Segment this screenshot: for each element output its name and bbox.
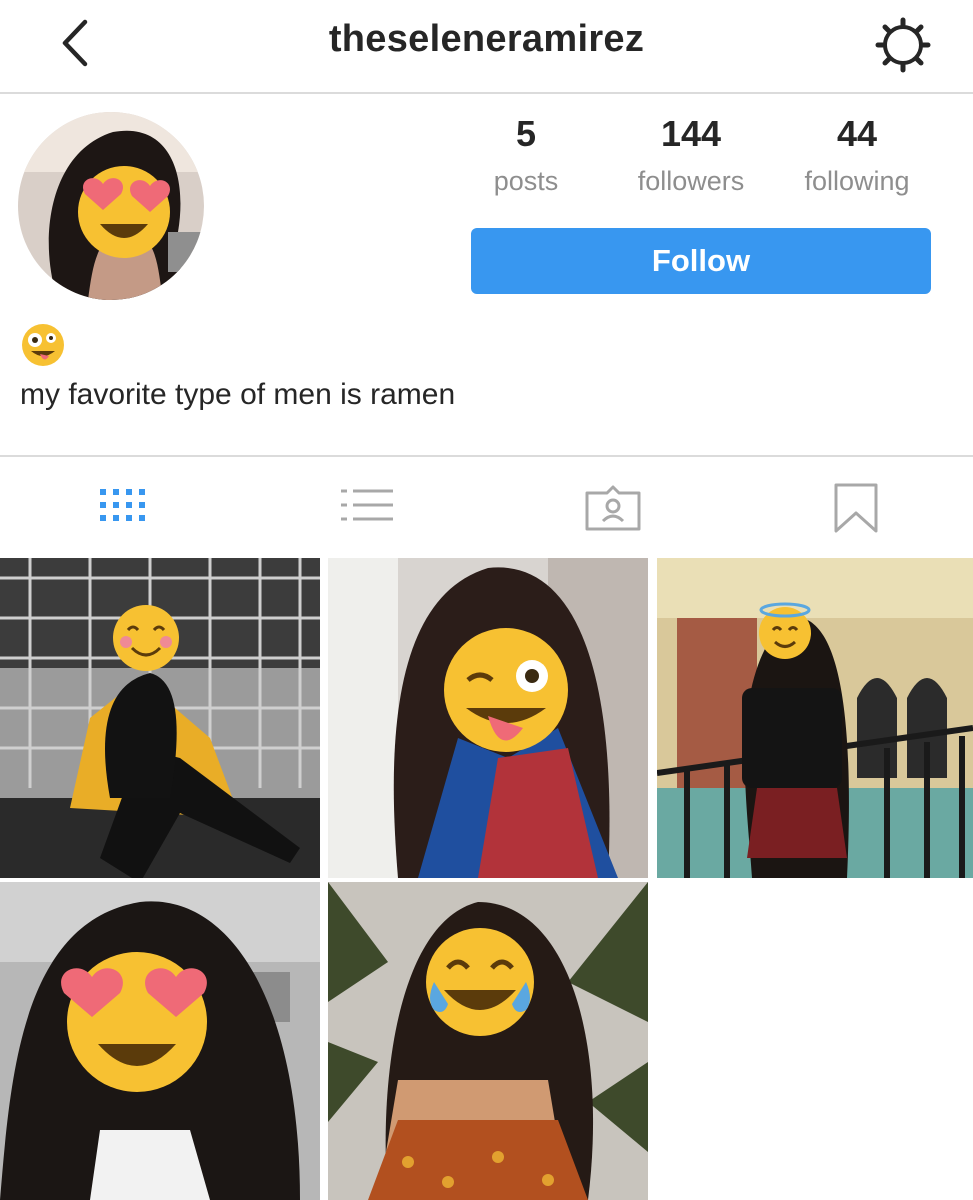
profile-avatar[interactable] — [18, 112, 204, 300]
profile-bio: my favorite type of men is ramen — [20, 378, 456, 411]
follow-button[interactable]: Follow — [471, 228, 931, 294]
profile-username: theseleneramirez — [328, 18, 645, 60]
posts-grid — [0, 558, 973, 1200]
followers-label: followers — [637, 166, 745, 196]
following-label: following — [804, 166, 910, 196]
post-thumbnail[interactable] — [0, 558, 320, 878]
top-nav-bar: theseleneramirez — [0, 0, 973, 94]
post-thumbnail[interactable] — [328, 882, 648, 1200]
posts-label: posts — [493, 166, 559, 196]
list-icon[interactable] — [337, 483, 397, 535]
post-thumbnail[interactable] — [0, 882, 320, 1200]
stat-followers[interactable]: 144 followers — [606, 112, 776, 197]
grid-icon[interactable] — [92, 483, 152, 535]
post-thumbnail[interactable] — [328, 558, 648, 878]
stat-following[interactable]: 44 following — [772, 112, 942, 197]
profile-stats: 5 posts 144 followers 44 following — [460, 112, 940, 212]
tagged-person-icon[interactable] — [583, 483, 643, 535]
bookmark-icon[interactable] — [826, 483, 886, 535]
zany-face-emoji — [22, 324, 64, 366]
following-count: 44 — [836, 113, 878, 154]
profile-tabs — [0, 455, 973, 558]
posts-count: 5 — [515, 113, 537, 154]
stat-posts[interactable]: 5 posts — [441, 112, 611, 197]
followers-count: 144 — [660, 113, 722, 154]
post-thumbnail[interactable] — [657, 558, 973, 878]
gear-icon[interactable] — [872, 14, 934, 76]
